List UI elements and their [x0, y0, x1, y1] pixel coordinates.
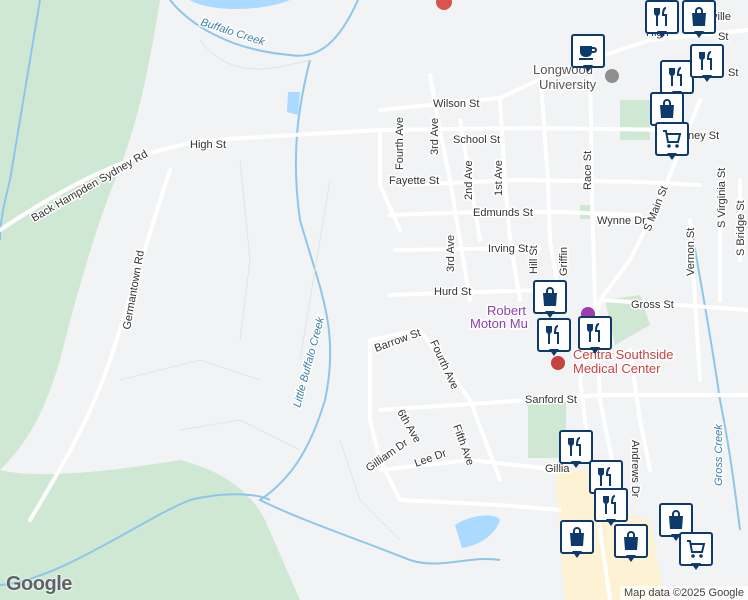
shopping-bag-icon: [660, 99, 674, 118]
water-label-gross-creek: Gross Creek: [713, 424, 725, 486]
pond-south: [455, 515, 500, 548]
hospital-top-icon: [436, 0, 452, 10]
street-label-edmunds: Edmunds St: [473, 207, 533, 219]
restaurant-icon: [568, 437, 581, 456]
restaurant-marker[interactable]: [559, 430, 593, 470]
street-label-race: Race St: [582, 151, 594, 190]
restaurant-icon: [699, 51, 712, 70]
cafe-icon: [579, 46, 597, 60]
map-base-layer: Wilson St School St High St Fayette St E…: [0, 0, 748, 600]
shopping-marker[interactable]: [533, 280, 567, 320]
park-area-west: [0, 0, 160, 470]
restaurant-icon: [546, 325, 559, 344]
shopping-marker[interactable]: [560, 520, 594, 560]
street-label-barrow: Barrow St: [373, 327, 422, 355]
restaurant-icon: [654, 7, 667, 26]
hospital-icon: [551, 356, 565, 370]
google-logo: Google: [6, 573, 72, 595]
street-label-germantown: Germantown Rd: [121, 250, 147, 331]
street-label-3rd-ave-north: 3rd Ave: [429, 118, 441, 155]
street-label-wilson: Wilson St: [433, 98, 479, 110]
buffalo-creek-line: [169, 0, 359, 57]
shopping-bag-icon: [624, 531, 638, 550]
pond-small: [287, 92, 300, 115]
poi-label-moton-2: Moton Mu: [470, 316, 528, 331]
restaurant-marker[interactable]: [537, 318, 571, 358]
poi-label-longwood-2: University: [539, 77, 597, 92]
street-label-andrews: Andrews Dr: [629, 440, 641, 498]
street-label-irving: Irving St: [488, 243, 528, 255]
street-label-sanford: Sanford St: [525, 394, 577, 406]
street-label-high: High St: [190, 139, 226, 151]
grocery-cart-icon: [663, 130, 682, 148]
restaurant-icon: [587, 323, 600, 342]
shopping-bag-icon: [543, 287, 557, 306]
restaurant-marker[interactable]: [645, 0, 679, 40]
water-label-little-buffalo-creek: Little Buffalo Creek: [291, 315, 327, 408]
street-label-griffin: Griffin: [558, 247, 570, 276]
street-label-school: School St: [453, 134, 500, 146]
street-label-s-bridge: S Bridge St: [735, 200, 747, 256]
street-label-3rd-ave-south: 3rd Ave: [445, 235, 457, 272]
restaurant-icon: [603, 495, 616, 514]
university-icon: [605, 69, 619, 83]
street-label-fourth-ave-north: Fourth Ave: [394, 117, 406, 170]
street-label-vernon: Vernon St: [685, 228, 697, 276]
restaurant-icon: [669, 67, 682, 86]
restaurant-marker[interactable]: [578, 316, 612, 356]
restaurant-marker[interactable]: [690, 44, 724, 84]
poi-label-medical-2: Medical Center: [573, 361, 661, 376]
street-label-1st-ave: 1st Ave: [493, 160, 505, 196]
street-label-hill: Hill St: [528, 245, 540, 274]
shopping-bag-icon: [570, 527, 584, 546]
street-label-ney: ney St: [688, 130, 719, 142]
street-label-st-ne2: St: [728, 67, 738, 79]
shopping-bag-icon: [692, 7, 706, 26]
restaurant-marker[interactable]: [594, 488, 628, 528]
cafe-marker[interactable]: [571, 34, 605, 74]
grocery-cart-icon: [687, 540, 706, 558]
pond-north: [190, 0, 290, 9]
street-label-fourth-ave-south: Fourth Ave: [427, 338, 460, 391]
street-label-2nd-ave: 2nd Ave: [463, 160, 475, 200]
street-label-fayette: Fayette St: [389, 175, 439, 187]
street-label-s-main: S Main St: [642, 184, 671, 233]
street-label-hurd: Hurd St: [434, 286, 471, 298]
map-canvas[interactable]: Wilson St School St High St Fayette St E…: [0, 0, 748, 600]
shopping-marker[interactable]: [614, 524, 648, 564]
street-label-s-virginia: S Virginia St: [716, 168, 728, 228]
street-label-st-ne: St: [718, 31, 728, 43]
grocery-marker[interactable]: [655, 122, 689, 162]
street-label-lee: Lee Dr: [413, 447, 448, 470]
grocery-marker[interactable]: [679, 532, 713, 572]
map-attribution[interactable]: Map data ©2025 Google: [619, 586, 748, 600]
park-campus: [620, 100, 650, 140]
shopping-bag-icon: [669, 510, 683, 529]
street-label-wynne: Wynne Dr: [597, 215, 646, 227]
restaurant-icon: [598, 467, 611, 486]
street-label-gross: Gross St: [631, 299, 674, 311]
shopping-marker[interactable]: [682, 0, 716, 40]
